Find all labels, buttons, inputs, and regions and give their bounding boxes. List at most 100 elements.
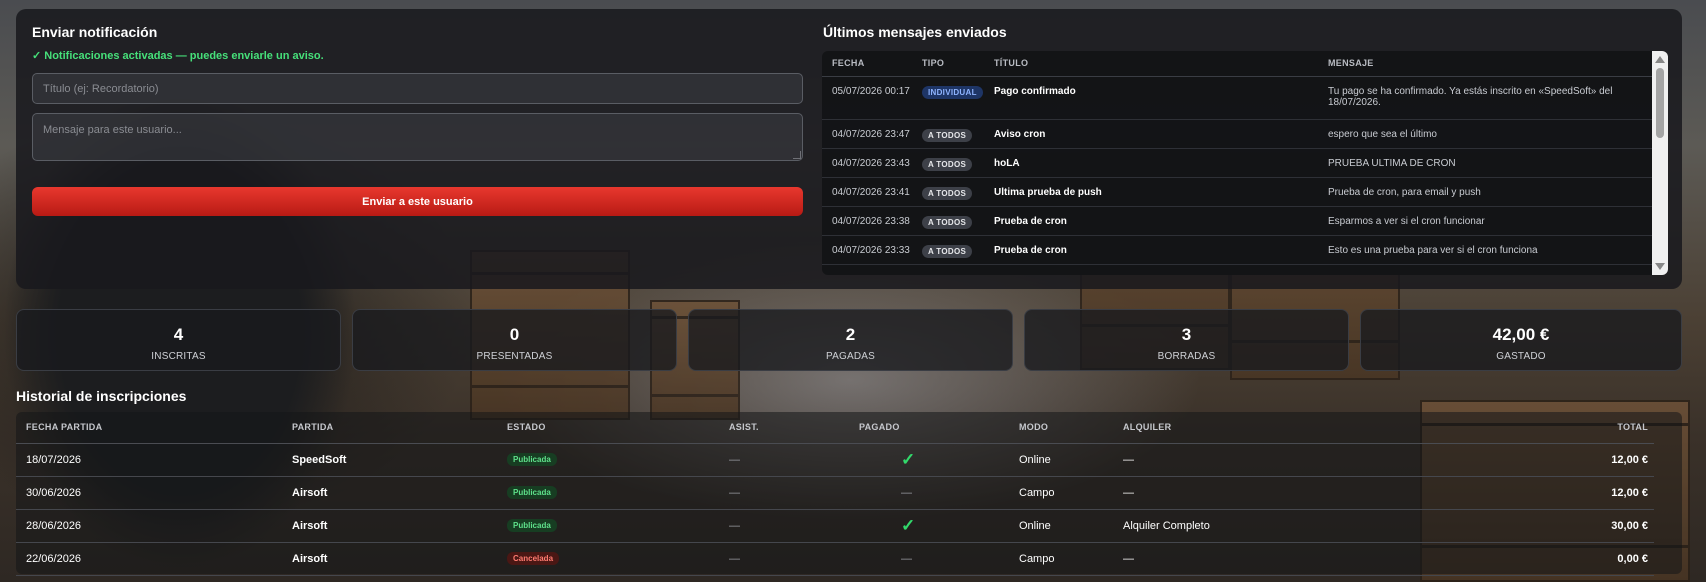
resize-handle-icon[interactable] <box>793 151 801 159</box>
history-heading: Historial de inscripciones <box>16 388 187 404</box>
col-asist: ASIST. <box>719 412 849 444</box>
rental-value: — <box>1113 476 1508 510</box>
message-date: 04/07/2026 23:43 <box>822 148 912 178</box>
match-name: Airsoft <box>282 542 497 576</box>
mode-value: Online <box>1009 443 1113 477</box>
mode-value: Campo <box>1009 476 1113 510</box>
message-title: Aviso cron <box>984 119 1318 149</box>
history-panel: FECHA PARTIDA PARTIDA ESTADO ASIST. PAGA… <box>16 412 1682 576</box>
message-row: 04/07/2026 23:47 A TODOS Aviso cron espe… <box>822 119 1652 149</box>
stat-value: 2 <box>845 325 856 344</box>
paid-value: — <box>849 476 1009 510</box>
message-date: 05/07/2026 00:17 <box>822 76 912 120</box>
col-pagado: PAGADO <box>849 412 1009 444</box>
message-row: 04/07/2026 23:41 A TODOS Ultima prueba d… <box>822 177 1652 207</box>
message-row: 05/07/2026 00:17 INDIVIDUAL Pago confirm… <box>822 76 1652 120</box>
message-textarea[interactable] <box>32 113 803 161</box>
type-badge: A TODOS <box>922 128 973 142</box>
message-body: Esto es una prueba para ver si el cron f… <box>1318 235 1652 265</box>
col-estado: ESTADO <box>497 412 719 444</box>
history-row: 30/06/2026 Airsoft Publicada — — Campo —… <box>16 476 1654 510</box>
message-body: Tu pago se ha confirmado. Ya estás inscr… <box>1318 76 1652 120</box>
stat-card-pagadas: 2 PAGADAS <box>688 309 1013 371</box>
status-badge: Publicada <box>507 486 557 499</box>
stat-label: GASTADO <box>1496 351 1546 362</box>
mode-value: Campo <box>1009 542 1113 576</box>
attendance-value: — <box>719 542 849 576</box>
mode-value: Online <box>1009 509 1113 543</box>
stat-card-inscritas: 4 INSCRITAS <box>16 309 341 371</box>
history-table: FECHA PARTIDA PARTIDA ESTADO ASIST. PAGA… <box>16 412 1654 576</box>
type-badge: A TODOS <box>922 244 973 258</box>
paid-check-icon: ✓ <box>901 515 916 535</box>
total-value: 12,00 € <box>1508 476 1654 510</box>
message-row: 04/07/2026 23:43 A TODOS hoLA PRUEBA ULT… <box>822 148 1652 178</box>
type-badge: A TODOS <box>922 186 973 200</box>
stat-card-gastado: 42,00 € GASTADO <box>1360 309 1682 371</box>
message-title: Prueba de cron <box>984 206 1318 236</box>
type-badge: A TODOS <box>922 157 973 171</box>
total-value: 12,00 € <box>1508 443 1654 477</box>
message-date: 04/07/2026 23:47 <box>822 119 912 149</box>
stat-value: 4 <box>173 325 184 344</box>
message-body: Prueba de cron, para email y push <box>1318 177 1652 207</box>
col-fecha-partida: FECHA PARTIDA <box>16 412 282 444</box>
match-name: Airsoft <box>282 509 497 543</box>
history-row: 22/06/2026 Airsoft Cancelada — — Campo —… <box>16 542 1654 576</box>
paid-check-icon: ✓ <box>901 449 916 469</box>
total-value: 30,00 € <box>1508 509 1654 543</box>
message-body: PRUEBA ULTIMA DE CRON <box>1318 148 1652 178</box>
notify-status-text: ✓ Notificaciones activadas — puedes envi… <box>32 50 324 62</box>
stat-card-borradas: 3 BORRADAS <box>1024 309 1349 371</box>
rental-value: — <box>1113 542 1508 576</box>
col-alquiler: ALQUILER <box>1113 412 1508 444</box>
col-tipo: TIPO <box>912 51 984 77</box>
scroll-up-arrow-icon[interactable] <box>1655 56 1665 63</box>
stat-value: 3 <box>1181 325 1192 344</box>
status-badge: Publicada <box>507 453 557 466</box>
stat-label: INSCRITAS <box>151 351 206 362</box>
messages-table: FECHA TIPO TÍTULO MENSAJE 05/07/2026 00:… <box>822 51 1652 265</box>
message-body: espero que sea el último <box>1318 119 1652 149</box>
messages-list[interactable]: FECHA TIPO TÍTULO MENSAJE 05/07/2026 00:… <box>822 51 1668 275</box>
match-date: 28/06/2026 <box>16 509 282 543</box>
col-total: TOTAL <box>1508 412 1654 444</box>
match-date: 22/06/2026 <box>16 542 282 576</box>
scroll-down-arrow-icon[interactable] <box>1655 263 1665 270</box>
status-badge: Publicada <box>507 519 557 532</box>
stat-label: PAGADAS <box>825 351 875 362</box>
col-fecha: FECHA <box>822 51 912 77</box>
message-title: Ultima prueba de push <box>984 177 1318 207</box>
message-date: 04/07/2026 23:33 <box>822 235 912 265</box>
message-row: 04/07/2026 23:33 A TODOS Prueba de cron … <box>822 235 1652 265</box>
stat-value: 42,00 € <box>1492 325 1550 344</box>
stat-value: 0 <box>509 325 520 344</box>
col-mensaje: MENSAJE <box>1318 51 1652 77</box>
message-date: 04/07/2026 23:38 <box>822 206 912 236</box>
total-value: 0,00 € <box>1508 542 1654 576</box>
col-modo: MODO <box>1009 412 1113 444</box>
message-date: 04/07/2026 23:41 <box>822 177 912 207</box>
messages-heading: Últimos mensajes enviados <box>823 24 1007 40</box>
history-row: 18/07/2026 SpeedSoft Publicada — ✓ Onlin… <box>16 443 1654 477</box>
status-badge: Cancelada <box>507 552 560 565</box>
message-title: hoLA <box>984 148 1318 178</box>
stat-label: PRESENTADAS <box>476 351 553 362</box>
scroll-thumb[interactable] <box>1656 68 1664 138</box>
message-title: Pago confirmado <box>984 76 1318 120</box>
messages-scrollbar[interactable] <box>1652 51 1668 275</box>
history-row: 28/06/2026 Airsoft Publicada — ✓ Online … <box>16 509 1654 543</box>
stat-card-presentadas: 0 PRESENTADAS <box>352 309 677 371</box>
rental-value: Alquiler Completo <box>1113 509 1508 543</box>
col-titulo: TÍTULO <box>984 51 1318 77</box>
message-title: Prueba de cron <box>984 235 1318 265</box>
type-badge: A TODOS <box>922 215 973 229</box>
match-name: SpeedSoft <box>282 443 497 477</box>
attendance-value: — <box>719 443 849 477</box>
send-to-user-button[interactable]: Enviar a este usuario <box>32 187 803 216</box>
match-date: 30/06/2026 <box>16 476 282 510</box>
notify-heading: Enviar notificación <box>32 24 158 40</box>
title-input[interactable] <box>32 73 803 104</box>
paid-value: — <box>849 542 1009 576</box>
attendance-value: — <box>719 509 849 543</box>
